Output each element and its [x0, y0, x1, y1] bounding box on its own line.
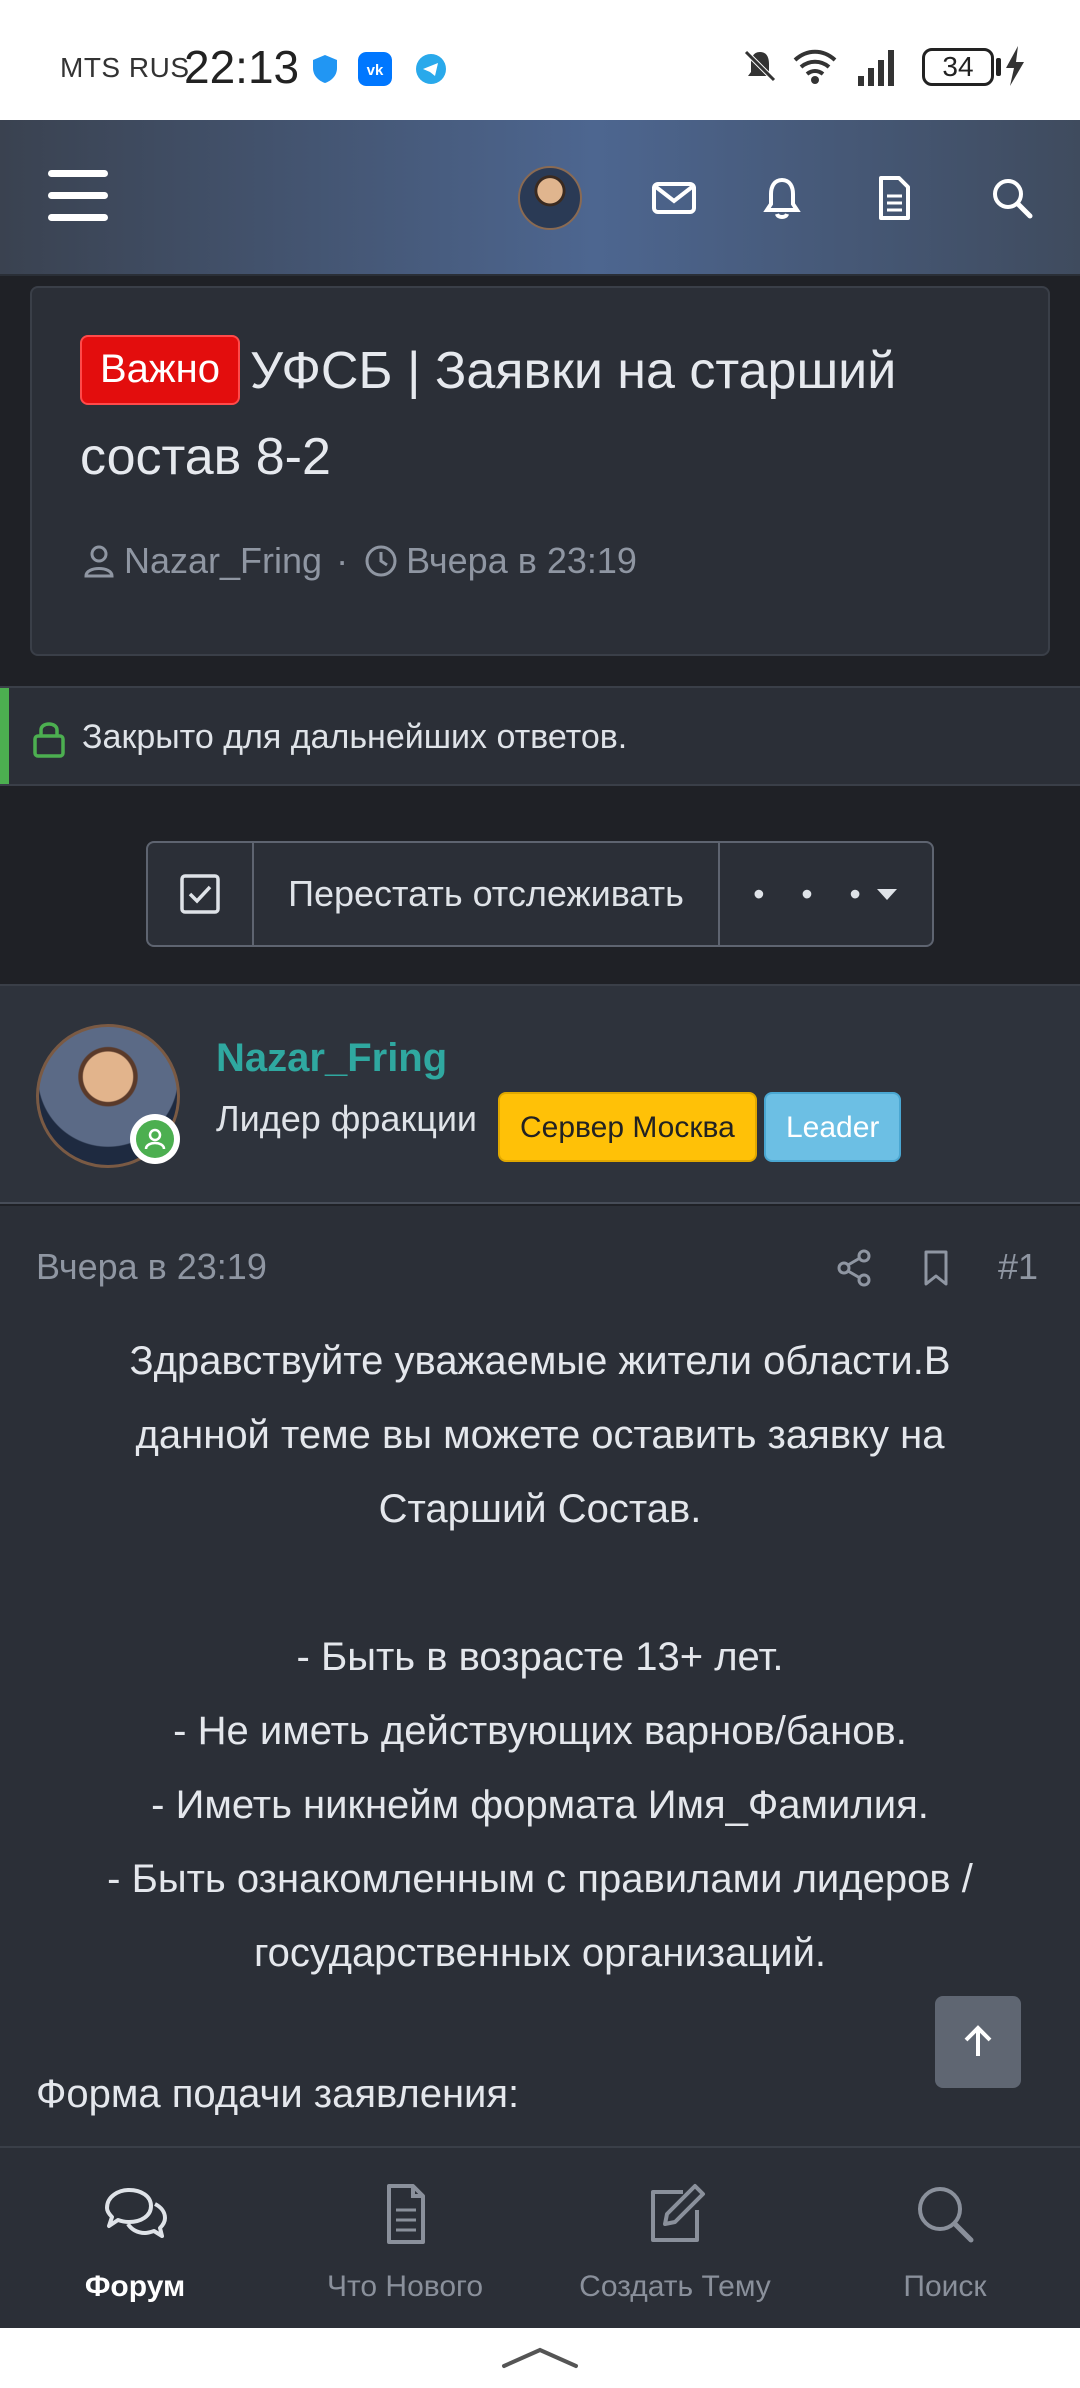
thread-date[interactable]: Вчера в 23:19	[406, 540, 637, 582]
menu-icon[interactable]	[48, 170, 108, 222]
requirement-line: - Иметь никнейм формата Имя_Фамилия.	[151, 1783, 929, 1827]
clock-icon	[365, 545, 397, 577]
post-author-block: Nazar_Fring Лидер фракции Сервер Москва …	[0, 984, 1080, 1204]
thread-actions-group: Перестать отслеживать • • •	[146, 841, 934, 947]
online-status-badge	[130, 1114, 180, 1164]
arrow-up-icon	[964, 2025, 992, 2056]
search-icon[interactable]	[986, 172, 1038, 224]
user-online-icon	[144, 1128, 166, 1150]
bottom-navigation: Форум Что Нового Создать Тему Поиск	[0, 2146, 1080, 2328]
caret-down-icon	[876, 889, 897, 900]
important-prefix-badge[interactable]: Важно	[80, 335, 241, 405]
lock-icon	[33, 722, 65, 758]
nav-label: Форум	[84, 2270, 186, 2303]
post-message: Вчера в 23:19 #1 Здравствуйте уважаемые …	[0, 1206, 1080, 2146]
vk-icon: vk	[358, 52, 392, 86]
author-role: Лидер фракции	[216, 1098, 478, 1139]
svg-text:vk: vk	[367, 62, 384, 79]
user-icon	[84, 545, 114, 578]
bell-icon[interactable]	[756, 172, 808, 224]
post-line: Здравствуйте уважаемые жители области.В	[129, 1339, 951, 1383]
share-icon[interactable]	[832, 1246, 876, 1290]
battery-indicator: 34	[922, 48, 994, 86]
form-heading: Форма подачи заявления:	[36, 2072, 520, 2116]
requirement-line: государственных организаций.	[253, 1931, 827, 1975]
notice-accent-bar	[0, 688, 9, 784]
nav-whats-new[interactable]: Что Нового	[270, 2148, 540, 2330]
system-navigation-bar	[0, 2328, 1080, 2388]
charging-icon	[1006, 46, 1024, 86]
author-name-link[interactable]: Nazar_Fring	[216, 1036, 447, 1081]
post-date-link[interactable]: Вчера в 23:19	[36, 1246, 267, 1288]
thread-title-card: Важно УФСБ | Заявки на старший состав 8-2…	[30, 286, 1050, 656]
nav-label: Поиск	[903, 2270, 987, 2303]
shield-icon	[313, 55, 337, 83]
thread-meta: Nazar_Fring · Вчера в 23:19	[80, 540, 637, 582]
post-line: Старший Состав.	[378, 1487, 702, 1531]
nav-create-topic[interactable]: Создать Тему	[540, 2148, 810, 2330]
create-topic-icon	[651, 2184, 705, 2242]
chevron-up-icon[interactable]	[500, 2342, 580, 2372]
signal-icon	[858, 50, 894, 86]
app-header	[0, 120, 1080, 276]
more-dots: • • •	[753, 875, 875, 912]
more-actions-button[interactable]: • • •	[720, 843, 932, 945]
thread-author-link[interactable]: Nazar_Fring	[124, 540, 322, 582]
bookmark-icon[interactable]	[914, 1246, 958, 1290]
requirement-line: - Не иметь действующих варнов/банов.	[173, 1709, 907, 1753]
avatar[interactable]	[518, 166, 582, 230]
scroll-to-top-button[interactable]	[935, 1996, 1021, 2088]
watch-toggle-button[interactable]	[148, 843, 254, 945]
carrier-label: MTS RUS	[60, 52, 190, 83]
mute-bell-icon	[744, 50, 776, 82]
status-bar: MTS RUS 22:13 vk 34	[0, 0, 1080, 120]
meta-separator: ·	[336, 540, 349, 581]
clock: 22:13	[184, 41, 300, 93]
post-line: данной теме вы можете оставить заявку на	[135, 1413, 945, 1457]
checkbox-checked-icon	[180, 874, 220, 914]
post-number-link[interactable]: #1	[998, 1246, 1038, 1288]
wifi-icon	[793, 49, 837, 84]
requirement-line: - Быть ознакомленным с правилами лидеров…	[107, 1857, 973, 1901]
whats-new-icon	[387, 2184, 425, 2244]
nav-forum[interactable]: Форум	[0, 2148, 270, 2330]
search-icon	[918, 2187, 974, 2243]
closed-notice-text: Закрыто для дальнейших ответов.	[82, 718, 628, 756]
post-body-text: Здравствуйте уважаемые жители области.В …	[36, 1324, 1044, 1990]
requirement-line: - Быть в возрасте 13+ лет.	[296, 1635, 784, 1679]
leader-tag-badge: Leader	[764, 1092, 902, 1162]
nav-search[interactable]: Поиск	[810, 2148, 1080, 2330]
battery-nub	[996, 58, 1001, 76]
closed-notice: Закрыто для дальнейших ответов.	[0, 686, 1080, 786]
telegram-icon	[416, 54, 446, 84]
nav-label: Создать Тему	[579, 2270, 771, 2303]
thread-title: Важно УФСБ | Заявки на старший состав 8-2	[80, 328, 1020, 500]
nav-label: Что Нового	[326, 2270, 484, 2303]
forum-icon	[105, 2188, 167, 2238]
mail-icon[interactable]	[648, 172, 700, 224]
server-tag-badge: Сервер Москва	[498, 1092, 757, 1162]
document-icon[interactable]	[868, 172, 920, 224]
unwatch-button[interactable]: Перестать отслеживать	[254, 843, 720, 945]
